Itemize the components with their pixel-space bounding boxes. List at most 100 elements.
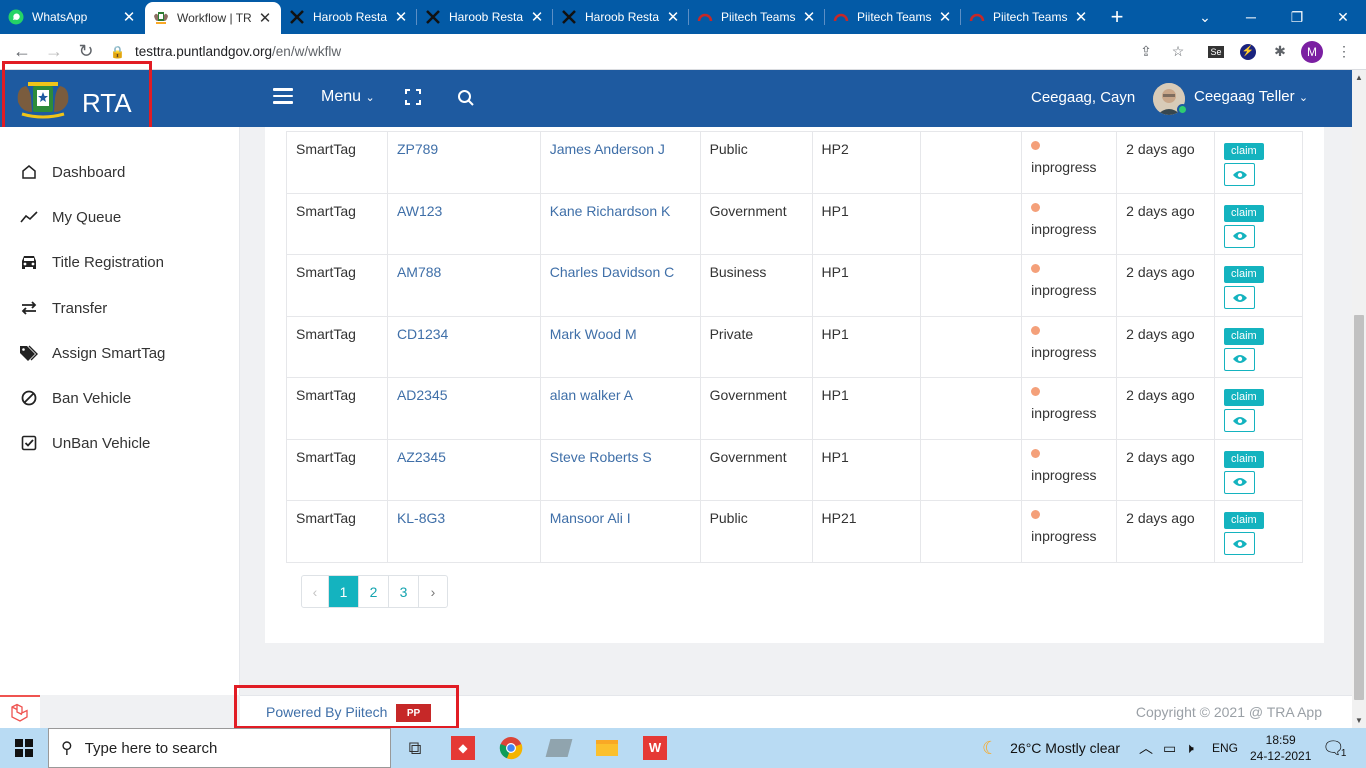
sidebar-item-transfer[interactable]: Transfer xyxy=(18,296,107,320)
tab-piitech-3[interactable]: Piitech Teams ✕ xyxy=(961,0,1097,34)
cell-time: 2 days ago xyxy=(1116,192,1216,255)
tab-search-icon[interactable]: ⌄ xyxy=(1182,0,1228,34)
laravel-icon[interactable] xyxy=(0,695,40,728)
view-button[interactable] xyxy=(1224,286,1256,309)
language-indicator[interactable]: ENG xyxy=(1212,728,1238,768)
windows-start-icon[interactable] xyxy=(0,728,48,768)
anydesk-icon[interactable]: ◆ xyxy=(439,728,487,768)
view-button[interactable] xyxy=(1224,409,1256,432)
profile-avatar[interactable]: M xyxy=(1296,36,1328,68)
volume-muted-icon[interactable]: 🕨 xyxy=(1185,728,1194,768)
sidebar-item-title-registration[interactable]: Title Registration xyxy=(18,250,164,274)
close-tab-icon[interactable]: ✕ xyxy=(121,8,137,26)
cell-owner-link[interactable]: Mark Wood M xyxy=(539,315,701,378)
battery-icon[interactable]: ▭ xyxy=(1163,728,1176,768)
file-explorer-icon[interactable] xyxy=(583,728,631,768)
tab-haroob-1[interactable]: Haroob Resta ✕ xyxy=(281,0,417,34)
page-scrollbar[interactable]: ▲ ▼ xyxy=(1352,70,1366,728)
close-tab-icon[interactable]: ✕ xyxy=(257,9,273,27)
cell-owner-link[interactable]: James Anderson J xyxy=(539,131,701,194)
wps-office-icon[interactable]: W xyxy=(631,728,679,768)
bolt-ext-icon[interactable]: ⚡ xyxy=(1232,36,1264,68)
close-tab-icon[interactable]: ✕ xyxy=(393,8,409,26)
user-menu[interactable]: Ceegaag Teller ⌄ xyxy=(1194,88,1308,105)
search-icon[interactable] xyxy=(457,89,475,107)
cell-plate-link[interactable]: AM788 xyxy=(386,254,541,317)
view-button[interactable] xyxy=(1224,347,1256,371)
close-tab-icon[interactable]: ✕ xyxy=(1073,8,1089,26)
notes-app-icon[interactable] xyxy=(535,728,583,768)
tab-piitech-1[interactable]: Piitech Teams ✕ xyxy=(689,0,825,34)
pagination-prev[interactable]: ‹ xyxy=(302,576,329,607)
claim-button[interactable]: claim xyxy=(1224,266,1264,283)
sidebar-item-ban-vehicle[interactable]: Ban Vehicle xyxy=(18,386,131,410)
sidebar-item-my-queue[interactable]: My Queue xyxy=(18,205,121,229)
cell-plate-link[interactable]: ZP789 xyxy=(386,131,541,194)
weather-widget[interactable]: ☾ 26°C Mostly clear xyxy=(982,728,1120,768)
chrome-icon[interactable] xyxy=(487,728,535,768)
claim-button[interactable]: claim xyxy=(1224,204,1264,222)
notifications-icon[interactable]: 🗨 1 xyxy=(1322,728,1346,768)
hamburger-menu-icon[interactable] xyxy=(273,88,293,104)
tab-piitech-2[interactable]: Piitech Teams ✕ xyxy=(825,0,961,34)
sidebar-item-assign-smarttag[interactable]: Assign SmartTag xyxy=(18,341,165,365)
maximize-button[interactable]: ❐ xyxy=(1274,0,1320,34)
tab-whatsapp[interactable]: WhatsApp ✕ xyxy=(0,0,145,34)
sidebar-item-dashboard[interactable]: Dashboard xyxy=(18,160,125,184)
menu-dropdown-button[interactable]: Menu ⌄ xyxy=(321,88,375,106)
cell-empty xyxy=(920,131,1023,194)
pagination-page-1[interactable]: 1 xyxy=(329,576,359,607)
cell-owner-link[interactable]: Kane Richardson K xyxy=(539,192,701,255)
scroll-thumb[interactable] xyxy=(1354,315,1364,700)
view-button[interactable] xyxy=(1224,163,1256,186)
close-tab-icon[interactable]: ✕ xyxy=(665,8,681,26)
cell-plate-link[interactable]: KL-8G3 xyxy=(386,500,541,563)
table-row: SmartTag AM788 Charles Davidson C Business H… xyxy=(286,254,1303,317)
tab-haroob-3[interactable]: Haroob Resta ✕ xyxy=(553,0,689,34)
claim-button[interactable]: claim xyxy=(1224,512,1264,529)
sidebar-item-unban-vehicle[interactable]: UnBan Vehicle xyxy=(18,431,150,455)
claim-button[interactable]: claim xyxy=(1224,327,1264,345)
show-hidden-icons[interactable]: ︿ xyxy=(1139,728,1153,768)
view-button[interactable] xyxy=(1224,224,1256,248)
pagination-page-3[interactable]: 3 xyxy=(389,576,419,607)
clock[interactable]: 18:59 24-12-2021 xyxy=(1250,728,1311,768)
browser-menu-icon[interactable]: ⋮ xyxy=(1328,36,1360,68)
cell-plate-link[interactable]: AD2345 xyxy=(386,377,541,440)
claim-button[interactable]: claim xyxy=(1224,143,1264,160)
tab-workflow[interactable]: Workflow | TR ✕ xyxy=(145,2,281,34)
taskbar-search-input[interactable]: ⚲ Type here to search xyxy=(48,728,391,768)
close-tab-icon[interactable]: ✕ xyxy=(801,8,817,26)
cell-owner-link[interactable]: alan walker A xyxy=(539,377,701,440)
cell-owner-link[interactable]: Charles Davidson C xyxy=(539,254,701,317)
bookmark-star-icon[interactable]: ☆ xyxy=(1162,36,1194,68)
pagination-page-2[interactable]: 2 xyxy=(359,576,389,607)
close-tab-icon[interactable]: ✕ xyxy=(529,8,545,26)
close-window-button[interactable]: ✕ xyxy=(1320,0,1366,34)
scroll-down-arrow[interactable]: ▼ xyxy=(1352,713,1366,727)
cell-plate-link[interactable]: AZ2345 xyxy=(386,438,541,501)
task-view-icon[interactable]: ⧉ xyxy=(391,728,439,768)
cell-owner-link[interactable]: Steve Roberts S xyxy=(539,438,701,501)
eye-icon xyxy=(1232,355,1247,363)
cell-plate-link[interactable]: AW123 xyxy=(386,192,541,255)
claim-button[interactable]: claim xyxy=(1224,389,1264,406)
app-header: RTA Menu ⌄ Ceegaag, Cayn Ceegaag Teller … xyxy=(0,70,1352,127)
minimize-button[interactable]: ─ xyxy=(1228,0,1274,34)
cell-category: Government xyxy=(699,438,813,501)
cell-plate-link[interactable]: CD1234 xyxy=(386,315,541,378)
view-button[interactable] xyxy=(1224,470,1256,494)
close-tab-icon[interactable]: ✕ xyxy=(937,8,953,26)
pagination-next[interactable]: › xyxy=(419,576,447,607)
selenium-ext-icon[interactable]: Se xyxy=(1200,36,1232,68)
cell-owner-link[interactable]: Mansoor Ali I xyxy=(539,500,701,563)
view-button[interactable] xyxy=(1224,532,1256,555)
fullscreen-icon[interactable] xyxy=(405,89,421,105)
extensions-puzzle-icon[interactable]: ✱ xyxy=(1264,36,1296,68)
share-icon[interactable]: ⇪ xyxy=(1130,36,1162,68)
url-field[interactable]: 🔒 testtra.puntlandgov.org/en/w/wkflw xyxy=(110,38,1130,66)
tab-haroob-2[interactable]: Haroob Resta ✕ xyxy=(417,0,553,34)
new-tab-button[interactable]: + xyxy=(1097,0,1137,34)
claim-button[interactable]: claim xyxy=(1224,450,1264,468)
scroll-up-arrow[interactable]: ▲ xyxy=(1352,70,1366,84)
